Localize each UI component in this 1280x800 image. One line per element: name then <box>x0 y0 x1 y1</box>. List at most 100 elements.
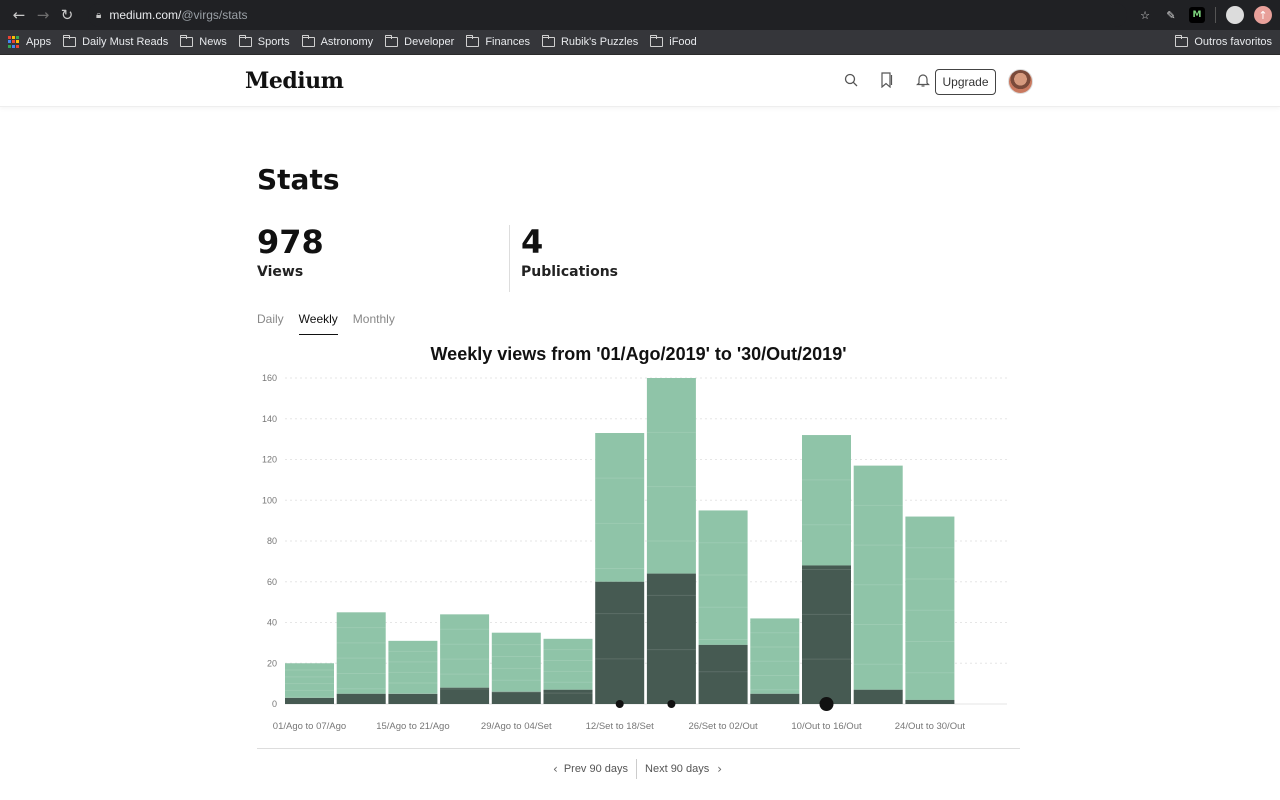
bar-segment-light <box>285 663 334 698</box>
views-count: 978 <box>257 223 324 261</box>
tab-weekly[interactable]: Weekly <box>298 312 338 335</box>
bar-segment-dark <box>285 697 334 704</box>
publications-label: Publications <box>521 264 619 280</box>
bookmark-label: Outros favoritos <box>1194 36 1272 48</box>
x-tick-label: 01/Ago to 07/Ago <box>273 721 346 732</box>
forward-icon[interactable]: → <box>32 4 54 26</box>
update-icon[interactable]: ↑ <box>1254 6 1272 24</box>
bar-segment-dark <box>905 699 955 704</box>
pen-extension-icon[interactable]: ✎ <box>1163 7 1179 23</box>
pager-divider <box>636 759 638 779</box>
chart-divider <box>257 748 1020 749</box>
bookmarks-bar: Apps Daily Must Reads News Sports Astron… <box>0 30 1280 55</box>
bar-segment-dark <box>491 691 541 704</box>
site-header: Medium Upgrade <box>0 55 1280 107</box>
bar-segment-dark <box>853 689 903 704</box>
toolbar-divider <box>1215 7 1216 23</box>
bookmark-apps[interactable]: Apps <box>8 36 51 48</box>
browser-toolbar: ← → ↻ 🔒︎ medium.com/@virgs/stats ☆ ✎ M ↑ <box>0 0 1280 30</box>
star-icon[interactable]: ☆ <box>1137 7 1153 23</box>
chevron-right-icon: › <box>717 762 723 776</box>
bookmark-astronomy[interactable]: Astronomy <box>301 35 374 48</box>
period-tabs: Daily Weekly Monthly <box>257 312 410 335</box>
bar-segment-dark <box>750 693 800 704</box>
bar-segment-light <box>440 614 490 688</box>
bar-segment-dark <box>698 644 748 704</box>
bookmark-label: Finances <box>485 36 530 48</box>
back-icon[interactable]: ← <box>8 4 30 26</box>
publications-count: 4 <box>521 223 544 261</box>
bookmark-sports[interactable]: Sports <box>238 35 290 48</box>
y-tick-label: 40 <box>267 618 277 628</box>
reload-icon[interactable]: ↻ <box>56 4 78 26</box>
x-tick-label: 24/Out to 30/Out <box>895 721 966 732</box>
bar-segment-light <box>646 378 696 574</box>
bookmark-other-favorites[interactable]: Outros favoritos <box>1175 35 1272 48</box>
y-tick-label: 80 <box>267 536 277 546</box>
next-90-days-button[interactable]: Next 90 days › <box>645 762 722 776</box>
page-title: Stats <box>257 163 340 196</box>
prev-label: Prev 90 days <box>563 763 629 775</box>
medium-extension-icon[interactable]: M <box>1189 7 1205 23</box>
bookmark-finances[interactable]: Finances <box>466 35 530 48</box>
folder-icon <box>385 35 399 47</box>
notifications-bell-icon[interactable] <box>914 69 932 91</box>
publication-marker <box>667 700 676 708</box>
publication-marker <box>615 700 624 708</box>
avatar[interactable] <box>1008 69 1033 94</box>
bar-segment-dark <box>595 581 645 704</box>
folder-icon <box>180 35 194 47</box>
x-tick-label: 29/Ago to 04/Set <box>481 721 552 732</box>
bookmark-news[interactable]: News <box>180 35 227 48</box>
bookmark-rubiks-puzzles[interactable]: Rubik's Puzzles <box>541 35 638 48</box>
bookmark-label: Developer <box>404 36 455 48</box>
pagination: ‹ Prev 90 days Next 90 days › <box>553 758 722 780</box>
apps-grid-icon <box>8 36 20 48</box>
folder-icon <box>1175 35 1189 47</box>
tab-monthly[interactable]: Monthly <box>353 312 395 335</box>
folder-icon <box>238 35 252 47</box>
medium-logo[interactable]: Medium <box>245 68 344 94</box>
publication-marker <box>819 697 834 711</box>
x-tick-label: 15/Ago to 21/Ago <box>376 721 449 732</box>
bookmark-label: Daily Must Reads <box>82 36 169 48</box>
address-bar[interactable]: 🔒︎ medium.com/@virgs/stats <box>88 3 1127 27</box>
chevron-left-icon: ‹ <box>553 762 558 776</box>
bar-segment-light <box>388 640 438 694</box>
bookmark-label: Sports <box>257 36 290 48</box>
bar-segment-light <box>698 510 748 645</box>
folder-icon <box>63 35 77 47</box>
bookmark-label: News <box>199 36 227 48</box>
x-tick-label: 26/Set to 02/Out <box>689 721 759 732</box>
bar-segment-light <box>491 632 541 692</box>
upgrade-button[interactable]: Upgrade <box>935 69 996 95</box>
bookmark-daily-must-reads[interactable]: Daily Must Reads <box>63 35 169 48</box>
y-tick-label: 100 <box>262 495 277 505</box>
search-icon[interactable] <box>842 69 860 91</box>
bookmark-developer[interactable]: Developer <box>385 35 455 48</box>
prev-90-days-button[interactable]: ‹ Prev 90 days <box>553 762 628 776</box>
bar-segment-dark <box>543 689 593 704</box>
y-tick-label: 160 <box>262 373 277 383</box>
weekly-views-chart: Weekly views from '01/Ago/2019' to '30/O… <box>257 340 1020 750</box>
bookmarks-icon[interactable] <box>878 69 896 91</box>
profile-icon[interactable] <box>1226 6 1244 24</box>
bar-segment-light <box>750 618 800 694</box>
bookmark-label: iFood <box>669 36 697 48</box>
tab-daily[interactable]: Daily <box>257 312 284 335</box>
next-label: Next 90 days <box>645 763 710 775</box>
y-tick-label: 20 <box>267 658 277 668</box>
url-host: medium.com/ <box>109 8 182 22</box>
folder-icon <box>466 35 480 47</box>
x-tick-label: 12/Set to 18/Set <box>586 721 654 732</box>
bookmark-label: Astronomy <box>320 36 374 48</box>
bar-segment-dark <box>440 687 490 704</box>
bar-segment-dark <box>388 693 438 704</box>
url-path: @virgs/stats <box>181 8 248 22</box>
publications-stat: 4 Publications <box>521 224 618 280</box>
views-stat: 978 Views <box>257 224 324 280</box>
bookmark-ifood[interactable]: iFood <box>650 35 697 48</box>
bar-segment-dark <box>646 573 696 704</box>
bar-segment-light <box>336 612 386 694</box>
y-tick-label: 140 <box>262 414 277 424</box>
